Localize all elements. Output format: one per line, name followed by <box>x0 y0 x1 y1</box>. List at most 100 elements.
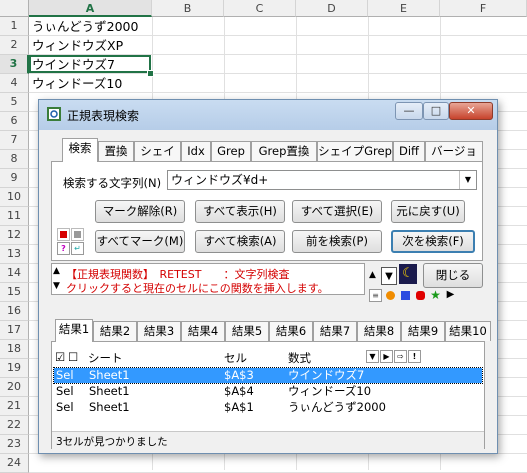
maximize-button[interactable]: □ <box>423 102 449 120</box>
result-tab-2[interactable]: 結果2 <box>93 321 137 341</box>
row-header[interactable]: 7 <box>0 131 29 150</box>
row-header[interactable]: 17 <box>0 321 29 340</box>
result-row[interactable]: Sel Sheet1 $A$3 ウインドウズ7 <box>53 367 483 384</box>
app-icon <box>47 107 61 121</box>
unmark-button[interactable]: マーク解除(R) <box>95 200 185 223</box>
result-tab-7[interactable]: 結果7 <box>313 321 357 341</box>
up-arrow-icon[interactable]: ▲ <box>369 270 376 280</box>
filter-icon[interactable]: ▼ <box>366 350 379 363</box>
next-icon[interactable]: ▶ <box>380 350 393 363</box>
chevron-down-icon[interactable]: ▼ <box>459 171 476 189</box>
tab-search[interactable]: 検索 <box>62 138 98 162</box>
tab-diff[interactable]: Diff <box>393 141 425 161</box>
show-all-button[interactable]: すべて表示(H) <box>195 200 285 223</box>
function-hint-panel[interactable]: ▲ ▼ 【正規表現関数】 RETEST ：文字列検査 クリックすると現在のセルに… <box>51 263 365 295</box>
alert-icon[interactable]: ! <box>408 350 421 363</box>
row-header[interactable]: 19 <box>0 359 29 378</box>
result-formula: うぃんどうず2000 <box>288 400 386 414</box>
question-mark-icon[interactable]: ? <box>57 242 70 255</box>
header-sheet[interactable]: シート <box>88 350 123 366</box>
column-header-e[interactable]: E <box>368 0 440 17</box>
row-header[interactable]: 18 <box>0 340 29 359</box>
result-tab-6[interactable]: 結果6 <box>269 321 313 341</box>
marker-palette[interactable]: ? ↵ <box>57 228 85 256</box>
result-tab-4[interactable]: 結果4 <box>181 321 225 341</box>
row-header[interactable]: 14 <box>0 264 29 283</box>
row-header[interactable]: 11 <box>0 207 29 226</box>
jump-icon[interactable]: ⇨ <box>394 350 407 363</box>
row-header[interactable]: 8 <box>0 150 29 169</box>
header-cell[interactable]: セル <box>224 350 247 366</box>
row-header[interactable]: 23 <box>0 435 29 454</box>
result-tab-5[interactable]: 結果5 <box>225 321 269 341</box>
find-prev-button[interactable]: 前を検索(P) <box>292 230 382 253</box>
header-formula[interactable]: 数式 <box>288 350 311 366</box>
row-header[interactable]: 20 <box>0 378 29 397</box>
wrap-icon[interactable]: ↵ <box>71 242 84 255</box>
doc-icon[interactable]: ≡ <box>369 289 382 302</box>
result-tab-9[interactable]: 結果9 <box>401 321 445 341</box>
down-arrow-icon[interactable]: ▼ <box>381 267 397 285</box>
row-header[interactable]: 3 <box>0 55 29 74</box>
uncheck-all-icon[interactable]: ☐ <box>68 350 78 364</box>
cell-a1[interactable]: うぃんどうず2000 <box>32 18 138 36</box>
cell-a2[interactable]: ウィンドウズXP <box>32 37 123 55</box>
green-star-icon[interactable]: ★ <box>429 289 442 302</box>
hint-scroll-up-icon[interactable]: ▲ <box>53 266 60 276</box>
tab-grep[interactable]: Grep <box>211 141 251 161</box>
row-header[interactable]: 5 <box>0 93 29 112</box>
play-icon[interactable]: ▶ <box>444 289 457 302</box>
column-header-d[interactable]: D <box>296 0 368 17</box>
minimize-button[interactable]: — <box>395 102 423 120</box>
row-header[interactable]: 12 <box>0 226 29 245</box>
blue-square-icon[interactable] <box>399 289 412 302</box>
search-all-button[interactable]: すべて検索(A) <box>195 230 285 253</box>
cell-a4[interactable]: ウィンドーズ10 <box>32 75 122 93</box>
row-header[interactable]: 22 <box>0 416 29 435</box>
mark-all-button[interactable]: すべてマーク(M) <box>95 230 185 253</box>
tab-idx[interactable]: Idx <box>181 141 211 161</box>
select-all-corner[interactable] <box>0 0 29 17</box>
column-header-a[interactable]: A <box>29 0 152 17</box>
tab-shape-grep[interactable]: シェイプGrep <box>317 141 393 161</box>
row-header[interactable]: 15 <box>0 283 29 302</box>
result-row[interactable]: Sel Sheet1 $A$4 ウィンドーズ10 <box>54 384 482 399</box>
result-row[interactable]: Sel Sheet1 $A$1 うぃんどうず2000 <box>54 400 482 415</box>
red-mark-icon[interactable] <box>57 228 70 241</box>
result-tab-3[interactable]: 結果3 <box>137 321 181 341</box>
red-hexagon-icon[interactable] <box>414 289 427 302</box>
close-window-button[interactable]: ✕ <box>449 102 493 120</box>
gray-mark-icon[interactable] <box>71 228 84 241</box>
row-header[interactable]: 10 <box>0 188 29 207</box>
find-next-button[interactable]: 次を検索(F) <box>391 230 475 253</box>
fill-handle[interactable] <box>147 70 154 77</box>
row-header[interactable]: 21 <box>0 397 29 416</box>
hint-scroll-down-icon[interactable]: ▼ <box>53 281 60 291</box>
title-bar[interactable]: 正規表現検索 — □ ✕ <box>39 100 497 130</box>
row-header[interactable]: 9 <box>0 169 29 188</box>
select-all-button[interactable]: すべて選択(E) <box>292 200 382 223</box>
row-header[interactable]: 4 <box>0 74 29 93</box>
row-header[interactable]: 2 <box>0 36 29 55</box>
orange-circle-icon[interactable] <box>384 289 397 302</box>
check-all-icon[interactable]: ☑ <box>55 350 65 364</box>
result-tab-1[interactable]: 結果1 <box>55 319 93 342</box>
row-header[interactable]: 24 <box>0 454 29 473</box>
row-header[interactable]: 16 <box>0 302 29 321</box>
restore-button[interactable]: 元に戻す(U) <box>391 200 465 223</box>
search-input[interactable]: ウィンドウズ¥d+ ▼ <box>167 170 477 190</box>
row-header[interactable]: 1 <box>0 17 29 36</box>
column-header-f[interactable]: F <box>440 0 527 17</box>
close-button[interactable]: 閉じる <box>423 263 483 288</box>
tab-version[interactable]: バージョン <box>425 141 483 177</box>
result-tab-10[interactable]: 結果10 <box>445 321 491 341</box>
row-header[interactable]: 13 <box>0 245 29 264</box>
column-header-b[interactable]: B <box>152 0 224 17</box>
tab-replace[interactable]: 置換 <box>98 141 134 161</box>
moon-icon[interactable]: ☾ <box>399 264 417 284</box>
tab-grep-replace[interactable]: Grep置換 <box>251 141 317 161</box>
tab-shape[interactable]: シェイプ <box>134 141 181 177</box>
row-header[interactable]: 6 <box>0 112 29 131</box>
column-header-c[interactable]: C <box>224 0 296 17</box>
result-tab-8[interactable]: 結果8 <box>357 321 401 341</box>
